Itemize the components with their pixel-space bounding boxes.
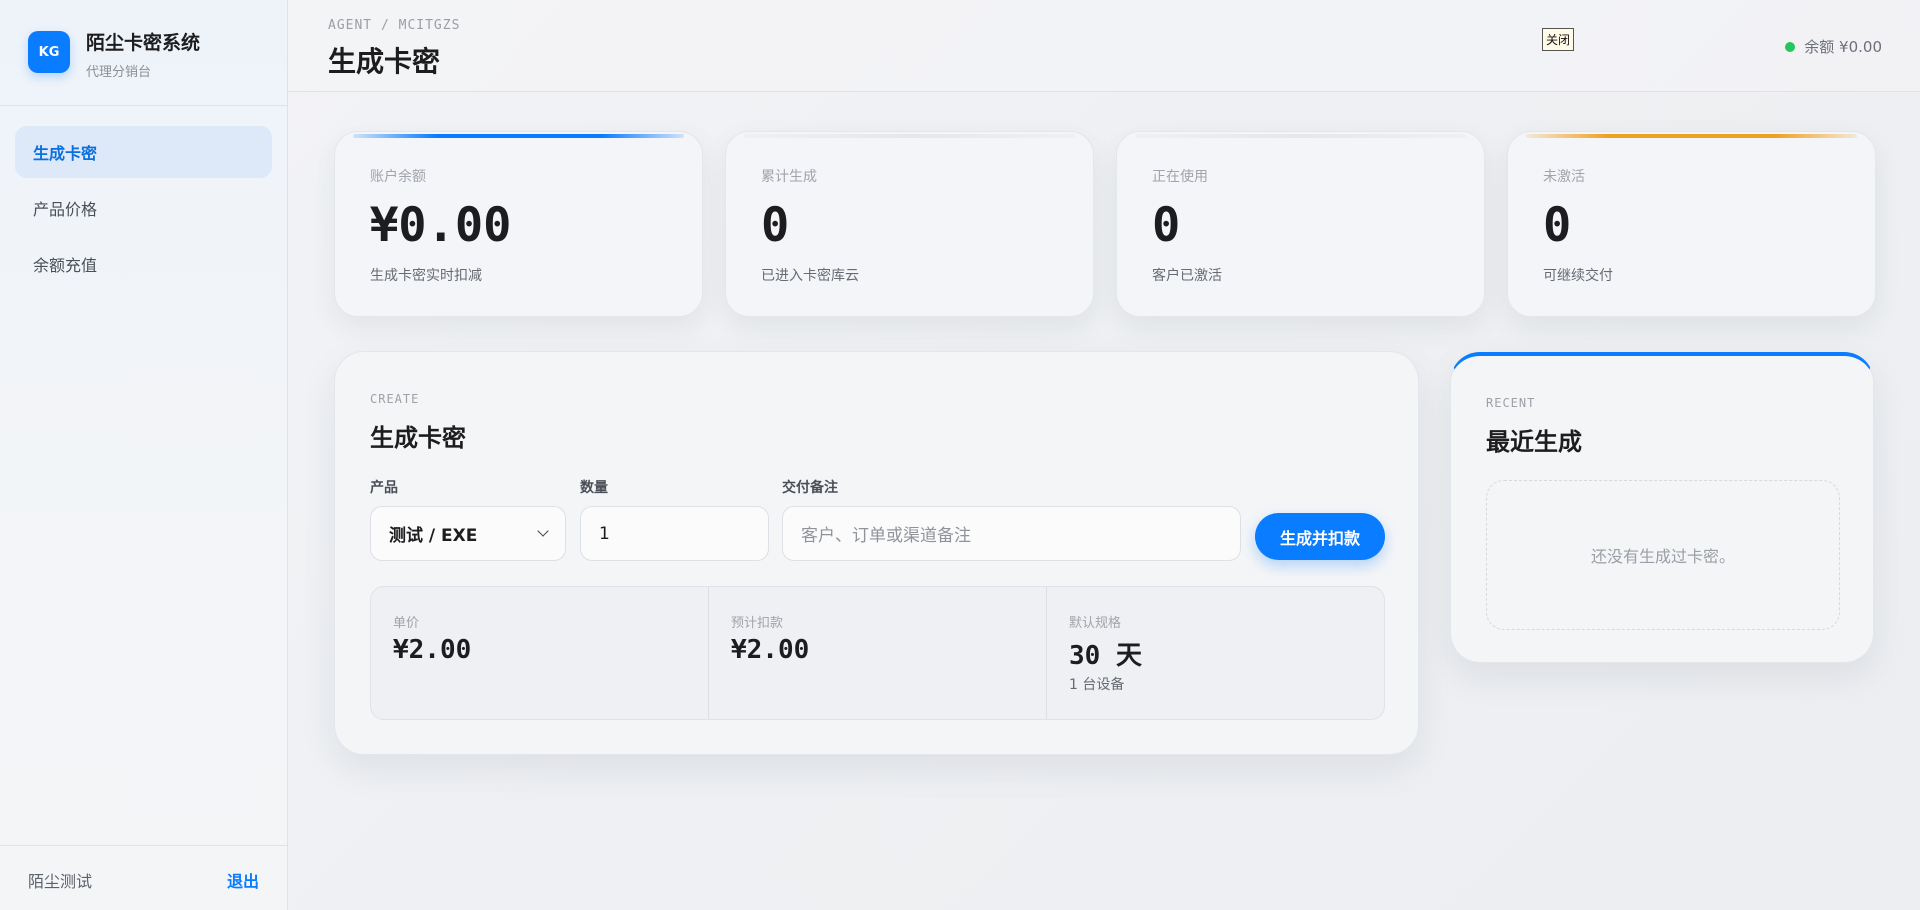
balance-indicator: 余额 ¥0.00 <box>1785 36 1882 57</box>
stat-accent-bar <box>353 134 684 138</box>
stat-card-balance: 账户余额 ¥0.00 生成卡密实时扣减 <box>334 131 703 317</box>
balance-text: 余额 ¥0.00 <box>1804 38 1882 56</box>
product-select-value: 测试 / EXE <box>389 526 478 546</box>
stat-note: 已进入卡密库云 <box>761 268 859 284</box>
stat-accent-bar <box>744 134 1075 138</box>
product-label: 产品 <box>370 480 398 496</box>
brand-title: 陌尘卡密系统 <box>86 32 201 54</box>
summary-default-spec: 默认规格 30 天 1 台设备 <box>1047 587 1384 719</box>
chevron-down-icon <box>537 525 549 537</box>
sidebar: KG 陌尘卡密系统 代理分销台 生成卡密 产品价格 余额充值 陌尘测试 退出 <box>0 0 288 910</box>
product-select[interactable]: 测试 / EXE <box>370 506 566 561</box>
summary-value: 30 天 <box>1069 641 1142 671</box>
create-panel: CREATE 生成卡密 产品 测试 / EXE 数量 1 交付备注 客户、订单或… <box>334 351 1419 755</box>
summary-estimated-charge: 预计扣款 ¥2.00 <box>709 587 1047 719</box>
stat-value: 0 <box>1543 198 1572 253</box>
stat-label: 正在使用 <box>1152 169 1208 185</box>
create-eyebrow: CREATE <box>370 392 420 406</box>
summary-note: 1 台设备 <box>1069 677 1125 693</box>
sidebar-item-generate[interactable]: 生成卡密 <box>15 126 272 178</box>
summary-label: 预计扣款 <box>731 616 784 631</box>
note-label: 交付备注 <box>782 480 838 496</box>
stats-row: 账户余额 ¥0.00 生成卡密实时扣减 累计生成 0 已进入卡密库云 正在使用 … <box>334 131 1879 317</box>
quantity-input[interactable]: 1 <box>580 506 769 561</box>
summary-unit-price: 单价 ¥2.00 <box>371 587 709 719</box>
recent-title: 最近生成 <box>1486 428 1582 456</box>
stat-note: 客户已激活 <box>1152 268 1222 284</box>
recent-panel: RECENT 最近生成 还没有生成过卡密。 <box>1450 352 1874 663</box>
close-button[interactable]: 关闭 <box>1542 28 1575 51</box>
summary-label: 单价 <box>393 616 420 631</box>
stat-label: 账户余额 <box>370 169 426 185</box>
note-input[interactable]: 客户、订单或渠道备注 <box>782 506 1241 561</box>
stat-label: 未激活 <box>1543 169 1585 185</box>
status-dot-icon <box>1785 41 1796 52</box>
summary-value: ¥2.00 <box>731 635 810 665</box>
recent-empty-state: 还没有生成过卡密。 <box>1486 480 1840 630</box>
stat-card-active: 正在使用 0 客户已激活 <box>1116 131 1485 317</box>
brand-subtitle: 代理分销台 <box>86 65 152 80</box>
stat-value: ¥0.00 <box>370 198 512 253</box>
stat-card-inactive: 未激活 0 可继续交付 <box>1507 131 1876 317</box>
stat-note: 生成卡密实时扣减 <box>370 268 482 284</box>
price-summary: 单价 ¥2.00 预计扣款 ¥2.00 默认规格 30 天 1 台设备 <box>370 586 1385 720</box>
brand-logo: KG <box>28 31 70 73</box>
brand-header: KG 陌尘卡密系统 代理分销台 <box>0 0 287 106</box>
logout-link[interactable]: 退出 <box>227 868 259 892</box>
summary-label: 默认规格 <box>1069 616 1122 631</box>
sidebar-footer: 陌尘测试 退出 <box>0 845 287 910</box>
page-title: 生成卡密 <box>328 45 441 78</box>
summary-value: ¥2.00 <box>393 635 472 665</box>
app-root: KG 陌尘卡密系统 代理分销台 生成卡密 产品价格 余额充值 陌尘测试 退出 A… <box>0 0 1920 910</box>
current-user: 陌尘测试 <box>28 872 93 891</box>
stat-card-total: 累计生成 0 已进入卡密库云 <box>725 131 1094 317</box>
breadcrumb: AGENT / MCITGZS <box>328 18 461 33</box>
stat-label: 累计生成 <box>761 169 817 185</box>
sidebar-item-prices[interactable]: 产品价格 <box>15 182 272 234</box>
stat-accent-bar <box>1135 134 1466 138</box>
stat-value: 0 <box>761 198 790 253</box>
stat-note: 可继续交付 <box>1543 268 1613 284</box>
sidebar-nav: 生成卡密 产品价格 余额充值 <box>15 126 272 294</box>
create-title: 生成卡密 <box>370 424 466 452</box>
recent-eyebrow: RECENT <box>1486 396 1536 410</box>
topbar: AGENT / MCITGZS 生成卡密 关闭 余额 ¥0.00 <box>288 0 1920 92</box>
main-content: AGENT / MCITGZS 生成卡密 关闭 余额 ¥0.00 账户余额 ¥0… <box>288 0 1920 910</box>
generate-button[interactable]: 生成并扣款 <box>1255 513 1385 560</box>
sidebar-item-recharge[interactable]: 余额充值 <box>15 238 272 290</box>
quantity-label: 数量 <box>580 480 608 496</box>
stat-value: 0 <box>1152 198 1181 253</box>
stat-accent-bar <box>1526 134 1857 138</box>
